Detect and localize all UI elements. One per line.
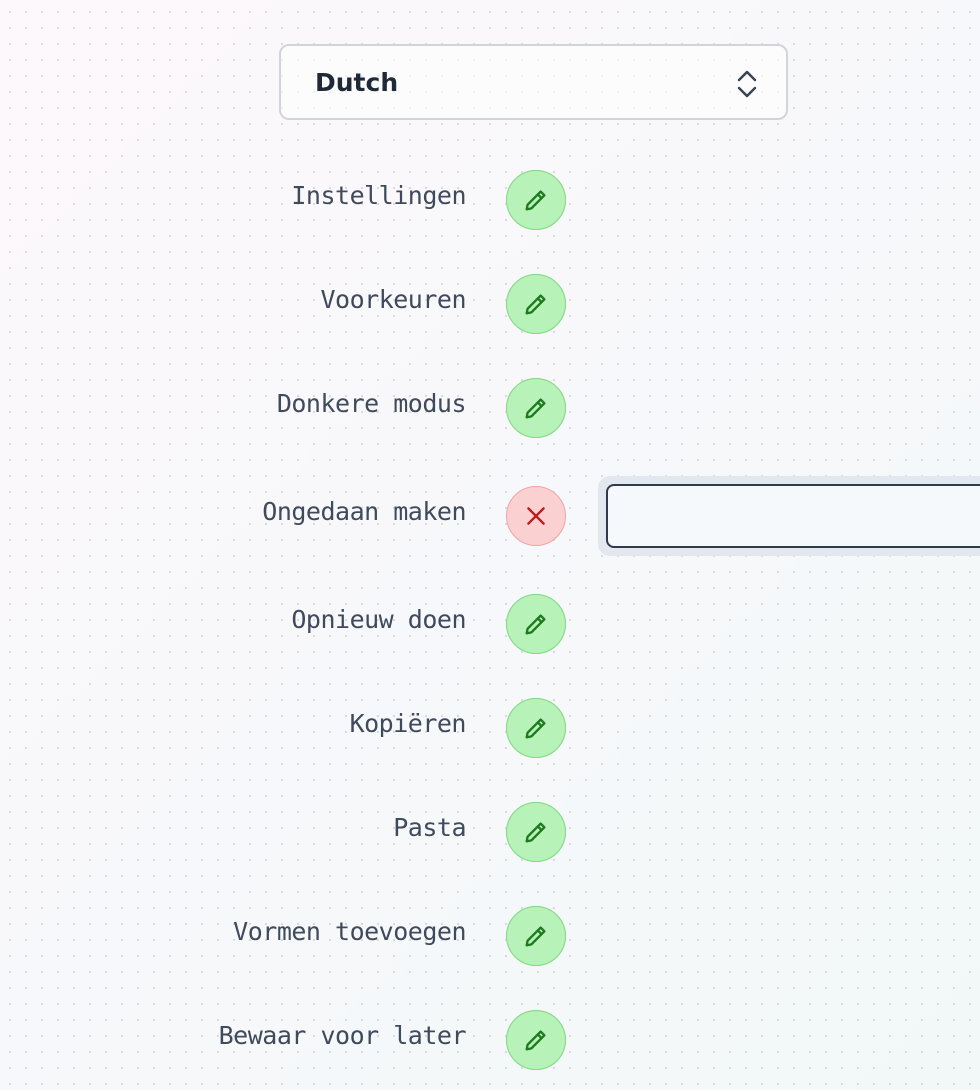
edit-button[interactable] — [506, 802, 566, 862]
setting-row-vormen-toevoegen: Vormen toevoegen — [0, 906, 980, 966]
setting-label: Instellingen — [291, 181, 466, 210]
pencil-icon — [525, 1030, 546, 1051]
setting-row-donkere-modus: Donkere modus — [0, 378, 980, 438]
pencil-icon — [525, 294, 546, 315]
translation-input[interactable] — [606, 484, 980, 548]
edit-button[interactable] — [506, 594, 566, 654]
language-select[interactable]: Dutch — [279, 44, 788, 120]
pencil-icon — [525, 926, 546, 947]
chevron-up-down-icon — [737, 70, 757, 98]
pencil-icon — [525, 614, 546, 635]
edit-button[interactable] — [506, 698, 566, 758]
edit-button[interactable] — [506, 1010, 566, 1070]
setting-row-opnieuw-doen: Opnieuw doen — [0, 594, 980, 654]
setting-label: Bewaar voor later — [218, 1021, 467, 1050]
setting-label: Opnieuw doen — [291, 605, 466, 634]
pencil-icon — [525, 822, 546, 843]
language-select-value: Dutch — [315, 68, 399, 97]
pencil-icon — [525, 190, 546, 211]
edit-button[interactable] — [506, 906, 566, 966]
pencil-icon — [525, 398, 546, 419]
setting-row-kopieren: Kopiëren — [0, 698, 980, 758]
setting-row-bewaar-voor-later: Bewaar voor later — [0, 1010, 980, 1070]
setting-label: Donkere modus — [276, 389, 467, 418]
setting-label: Vormen toevoegen — [233, 917, 466, 946]
edit-button[interactable] — [506, 378, 566, 438]
edit-button[interactable] — [506, 170, 566, 230]
setting-row-voorkeuren: Voorkeuren — [0, 274, 980, 334]
setting-label: Ongedaan maken — [262, 497, 466, 526]
close-icon — [527, 507, 545, 525]
cancel-edit-button[interactable] — [506, 486, 566, 546]
setting-label: Pasta — [393, 813, 466, 842]
pencil-icon — [525, 718, 546, 739]
setting-label: Voorkeuren — [320, 285, 466, 314]
setting-label: Kopiëren — [349, 709, 467, 738]
edit-button[interactable] — [506, 274, 566, 334]
setting-row-pasta: Pasta — [0, 802, 980, 862]
setting-row-instellingen: Instellingen — [0, 170, 980, 230]
